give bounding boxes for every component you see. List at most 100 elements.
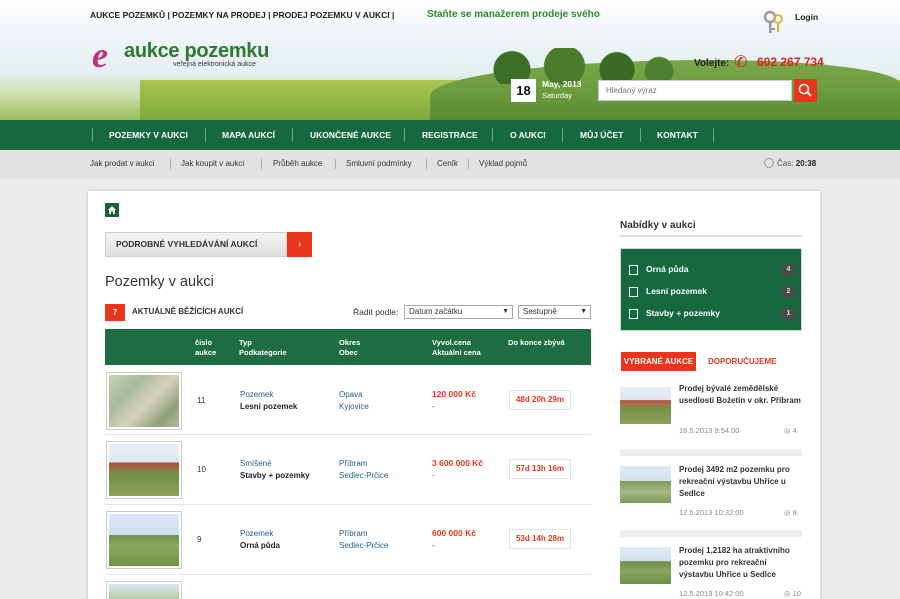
sort-label: Řadit podle: bbox=[353, 307, 399, 317]
news-thumbnail[interactable] bbox=[620, 387, 671, 424]
offers-box: Orná půda 4 Lesní pozemek 2 Stavby + poz… bbox=[620, 248, 802, 331]
nav-separator bbox=[92, 128, 93, 142]
search-input[interactable] bbox=[598, 80, 792, 101]
chevron-down-icon: ▼ bbox=[580, 308, 587, 315]
phone-number[interactable]: 602 267 734 bbox=[757, 55, 824, 69]
table-row[interactable]: 11 Pozemek Lesní pozemek Opava Kyjovice … bbox=[105, 365, 591, 435]
auction-town[interactable]: Sedlec-Prčice bbox=[339, 471, 388, 480]
subnav-separator bbox=[335, 159, 336, 169]
auction-town[interactable]: Kyjovice bbox=[339, 402, 369, 411]
divider bbox=[620, 235, 802, 237]
auction-type[interactable]: Pozemek bbox=[240, 529, 273, 538]
news-item[interactable]: Prodej 3492 m2 pozemku pro rekreační výs… bbox=[620, 464, 802, 519]
col-price[interactable]: Vyvol.cena Aktuální cena bbox=[432, 338, 481, 358]
divider bbox=[620, 530, 802, 537]
news-item[interactable]: Prodej 1,2182 ha atraktivního pozemku pr… bbox=[620, 545, 802, 599]
chevron-right-icon[interactable]: › bbox=[287, 232, 312, 257]
offer-count: 1 bbox=[782, 308, 795, 320]
news-thumbnail[interactable] bbox=[620, 466, 671, 503]
auction-subcategory: Lesní pozemek bbox=[240, 402, 298, 411]
news-date: 16.5.2013 9:54:00 bbox=[679, 426, 740, 435]
subnav-podminky[interactable]: Smluvní podmínky bbox=[346, 150, 412, 178]
nav-item-registrace[interactable]: REGISTRACE bbox=[422, 120, 478, 150]
auction-price: 600 000 Kč bbox=[432, 528, 476, 538]
nav-item-ukoncene[interactable]: UKONČENÉ AUKCE bbox=[310, 120, 391, 150]
auction-thumbnail[interactable] bbox=[106, 441, 182, 499]
advanced-search-button[interactable]: PODROBNÉ VYHLEDÁVÁNÍ AUKCÍ bbox=[105, 232, 287, 257]
table-row[interactable]: 9 Pozemek Orná půda Příbram Sedlec-Prčic… bbox=[105, 505, 591, 575]
table-row[interactable]: 10 Smíšené Stavby + pozemky Příbram Sedl… bbox=[105, 435, 591, 505]
site-logo[interactable]: e aukce pozemku veřejná elektronická auk… bbox=[92, 37, 282, 76]
running-label: AKTUÁLNĚ BĚŽÍCÍCH AUKCÍ bbox=[132, 307, 244, 316]
col-number[interactable]: číslo aukce bbox=[195, 338, 216, 358]
news-date: 12.5.2013 10:42:00 bbox=[679, 589, 744, 598]
film-icon bbox=[629, 287, 638, 297]
server-time: Čas: 20:38 bbox=[777, 150, 816, 178]
auction-district[interactable]: Opava bbox=[339, 390, 363, 399]
offer-item[interactable]: Lesní pozemek 2 bbox=[629, 286, 795, 300]
subnav-jak-prodat[interactable]: Jak prodat v aukci bbox=[90, 150, 154, 178]
tab-recommended[interactable]: DOPORUČUJEME bbox=[708, 352, 776, 371]
subnav-cenik[interactable]: Ceník bbox=[437, 150, 458, 178]
phone-icon: ✆ bbox=[734, 54, 748, 71]
logo-name: aukce pozemku bbox=[124, 40, 270, 62]
tab-selected-auctions[interactable]: VYBRANÉ AUKCE bbox=[621, 352, 696, 371]
nav-item-kontakt[interactable]: KONTAKT bbox=[657, 120, 698, 150]
running-count-badge: 7 bbox=[105, 304, 125, 321]
table-header: číslo aukce Typ Podkategorie Okres Obec Vyv… bbox=[105, 329, 591, 365]
auction-type[interactable]: Smíšené bbox=[240, 459, 272, 468]
subnav-separator bbox=[170, 159, 171, 169]
subnav-jak-koupit[interactable]: Jak koupit v aukci bbox=[181, 150, 244, 178]
auction-thumbnail[interactable] bbox=[106, 581, 182, 599]
auction-thumbnail[interactable] bbox=[106, 511, 182, 569]
col-district[interactable]: Okres Obec bbox=[339, 338, 360, 358]
auction-current-price: - bbox=[432, 402, 435, 411]
top-links[interactable]: AUKCE POZEMKŮ | POZEMKY NA PRODEJ | PROD… bbox=[90, 10, 394, 20]
auction-subcategory: Orná půda bbox=[240, 541, 281, 550]
offers-title: Nabídky v aukci bbox=[620, 220, 696, 231]
news-thumbnail[interactable] bbox=[620, 547, 671, 584]
nav-item-o-aukci[interactable]: O AUKCI bbox=[510, 120, 546, 150]
auction-type[interactable]: Pozemek bbox=[240, 390, 273, 399]
table-row[interactable] bbox=[105, 575, 591, 599]
col-remaining[interactable]: Do konce zbývá bbox=[508, 338, 565, 348]
news-views: ◎ 10 bbox=[784, 589, 801, 598]
sort-field-select[interactable]: Datum začátku ▼ bbox=[404, 305, 513, 319]
news-title[interactable]: Prodej 1,2182 ha atraktivního pozemku pr… bbox=[679, 545, 802, 581]
nav-item-pozemky[interactable]: POZEMKY V AUKCI bbox=[109, 120, 188, 150]
main-nav: POZEMKY V AUKCI MAPA AUKCÍ UKONČENÉ AUKC… bbox=[0, 120, 900, 150]
keys-icon[interactable] bbox=[763, 10, 785, 36]
col-type[interactable]: Typ Podkategorie bbox=[239, 338, 287, 358]
offer-item[interactable]: Orná půda 4 bbox=[629, 264, 795, 278]
news-view-count: 4 bbox=[792, 426, 797, 435]
news-title[interactable]: Prodej bývalé zemědělské usedlosti Božet… bbox=[679, 383, 802, 407]
sort-order-select[interactable]: Sestupně ▼ bbox=[518, 305, 591, 319]
news-views: ◎ 8 bbox=[784, 508, 797, 517]
promo-text[interactable]: Staňte se manažerem prodeje svého bbox=[427, 9, 600, 20]
news-views: ◎ 4 bbox=[784, 426, 797, 435]
divider bbox=[620, 449, 802, 456]
auction-thumbnail[interactable] bbox=[106, 372, 182, 430]
subnav-prubeh[interactable]: Průběh aukce bbox=[273, 150, 322, 178]
offer-item[interactable]: Stavby + pozemky 1 bbox=[629, 308, 795, 322]
offer-count: 2 bbox=[782, 286, 795, 298]
auction-subcategory: Stavby + pozemky bbox=[240, 471, 310, 480]
auction-district[interactable]: Příbram bbox=[339, 529, 367, 538]
nav-item-muj-ucet[interactable]: MŮJ ÚČET bbox=[580, 120, 623, 150]
logo-tagline: veřejná elektronická aukce bbox=[173, 61, 256, 68]
search-button[interactable] bbox=[794, 79, 817, 102]
nav-item-mapa[interactable]: MAPA AUKCÍ bbox=[222, 120, 275, 150]
auction-district[interactable]: Příbram bbox=[339, 459, 367, 468]
auction-town[interactable]: Sedlec-Prčice bbox=[339, 541, 388, 550]
subnav-vyklad[interactable]: Výklad pojmů bbox=[479, 150, 527, 178]
news-item[interactable]: Prodej bývalé zemědělské usedlosti Božet… bbox=[620, 383, 802, 438]
home-button[interactable] bbox=[105, 203, 119, 217]
date-weekday: Saturday bbox=[542, 91, 573, 100]
chevron-down-icon: ▼ bbox=[502, 308, 509, 315]
news-title[interactable]: Prodej 3492 m2 pozemku pro rekreační výs… bbox=[679, 464, 802, 500]
nav-separator bbox=[640, 128, 641, 142]
nav-separator bbox=[713, 128, 714, 142]
nav-separator bbox=[404, 128, 405, 142]
nav-separator bbox=[562, 128, 563, 142]
login-link[interactable]: Login bbox=[795, 12, 818, 22]
